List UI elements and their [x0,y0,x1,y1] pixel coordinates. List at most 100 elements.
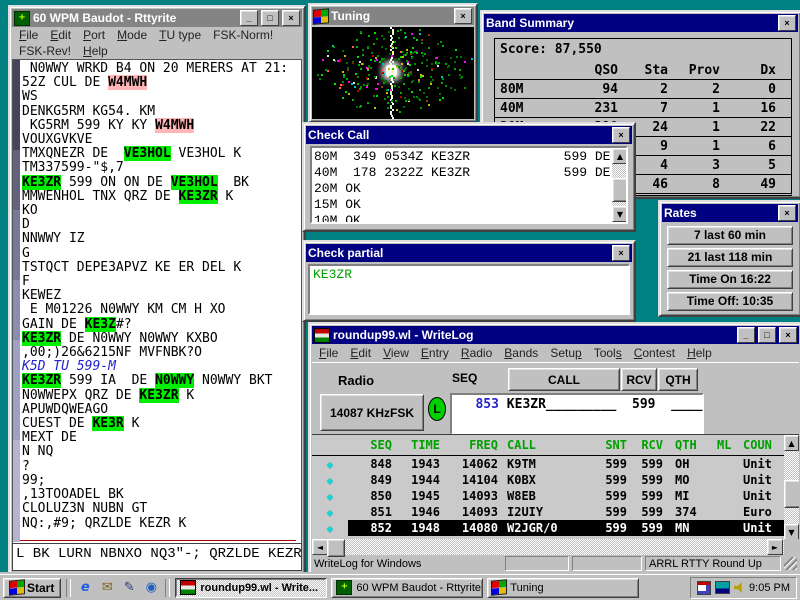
check-partial-titlebar[interactable]: Check partial × [306,244,632,262]
log-row[interactable]: ◆852194814080W2JGR/0599599MNUnit [312,520,799,536]
rttyrite-titlebar[interactable]: + 60 WPM Baudot - Rttyrite _ □ × [12,9,302,27]
menu-item-contest[interactable]: Contest [628,345,681,361]
rttyrite-transmit-line[interactable]: L BK LURN NBNXO NQ3"-; QRZLDE KEZR K [12,543,302,571]
resize-grip[interactable] [784,557,797,570]
log-vertical-scrollbar[interactable]: ▲ ▼ [784,435,799,540]
maximize-button[interactable]: □ [261,10,279,26]
noise-pixel [419,29,421,31]
menu-item-edit[interactable]: Edit [344,345,377,361]
globe-icon[interactable]: ◉ [142,579,160,597]
noise-pixel [471,58,473,60]
noise-pixel [372,55,374,57]
scroll-up-icon[interactable]: ▲ [612,148,628,164]
mail-icon[interactable]: ✉ [98,579,116,597]
menu-item-fsk-norm-[interactable]: FSK-Norm! [207,27,279,43]
menu-item-help[interactable]: Help [681,345,718,361]
log-row[interactable]: ◆850194514093W8EB599599MIUnit [312,488,799,504]
menu-item-fsk-rev-[interactable]: FSK-Rev! [13,43,77,59]
scroll-down-icon[interactable]: ▼ [784,524,799,540]
menu-item-port[interactable]: Port [77,27,111,43]
writelog-menubar: FileEditViewEntryRadioBandsSetupToolsCon… [310,344,800,362]
task-button-roundup99-wl-write-[interactable]: roundup99.wl - Write... [175,578,327,598]
log-row[interactable]: ◆848194314062K9TM599599OHUnit [312,456,799,472]
scroll-up-icon[interactable]: ▲ [784,435,799,451]
log-grid[interactable]: SEQTIMEFREQCALLSNTRCVQTHMLCOUN ◆84819431… [312,434,799,540]
noise-pixel [400,96,402,98]
close-button[interactable]: × [282,10,300,26]
noise-pixel [374,60,376,62]
maximize-button[interactable]: □ [758,327,776,343]
menu-item-entry[interactable]: Entry [415,345,455,361]
noise-pixel [391,100,393,102]
call-button[interactable]: CALL [508,368,620,391]
noise-pixel [396,66,398,68]
log-row-cells: 848194314062K9TM599599OHUnit [348,456,799,472]
rttyrite-terminal[interactable]: N0WWY WRKD B4 ON 20 MERERS AT 21:52Z CUL… [12,59,302,545]
close-icon[interactable]: × [778,15,796,31]
noise-pixel [404,69,406,71]
noise-pixel [428,47,430,49]
check-call-list[interactable]: 80M 349 0534Z KE3ZR 599 DE40M 178 2322Z … [310,146,628,224]
rcv-button[interactable]: RCV [621,368,657,391]
close-icon[interactable]: × [454,8,472,24]
noise-pixel [376,88,378,90]
rate-item[interactable]: 7 last 60 min [667,226,793,245]
frequency-mode-button[interactable]: 14087 KHzFSK [320,394,424,431]
menu-item-setup[interactable]: Setup [544,345,587,361]
menu-item-file[interactable]: File [13,27,44,43]
scroll-thumb[interactable] [784,480,799,508]
noise-pixel [432,79,434,81]
check-call-scrollbar[interactable]: ▲ ▼ [612,148,626,222]
log-row[interactable]: ◆851194614093I2UIY599599374Euro [312,504,799,520]
qso-entry-field[interactable]: 853 KE3ZR_________ 599 ____ [450,393,704,435]
menu-item-edit[interactable]: Edit [44,27,77,43]
noise-pixel [459,74,461,76]
menu-item-view[interactable]: View [377,345,415,361]
start-button[interactable]: Start [3,578,61,598]
writelog-window: roundup99.wl - WriteLog _ □ × FileEditVi… [308,322,800,576]
rates-titlebar[interactable]: Rates × [662,204,798,222]
close-icon[interactable]: × [612,127,630,143]
strip-segment [13,210,20,280]
menu-item-file[interactable]: File [313,345,344,361]
scroll-left-icon[interactable]: ◄ [312,539,328,555]
menu-item-tu-type[interactable]: TU type [153,27,207,43]
close-icon[interactable]: × [778,205,796,221]
minimize-button[interactable]: _ [240,10,258,26]
log-row[interactable]: ◆849194414104K0BX599599MOUnit [312,472,799,488]
task-button-60-wpm-baudot-rttyrite[interactable]: +60 WPM Baudot - Rttyrite [331,578,483,598]
schedule-icon[interactable] [697,581,711,595]
task-button-tuning[interactable]: Tuning [487,578,639,598]
terminal-line: APUWDQWEAGO [22,403,301,417]
rate-item[interactable]: 21 last 118 min [667,248,793,267]
tuning-titlebar[interactable]: Tuning × [312,7,474,25]
rate-item[interactable]: Time On 16:22 [667,270,793,289]
check-partial-list[interactable]: KE3ZR [308,264,630,315]
minimize-button[interactable]: _ [737,327,755,343]
check-call-titlebar[interactable]: Check Call × [306,126,632,144]
menu-item-mode[interactable]: Mode [111,27,153,43]
band-summary-titlebar[interactable]: Band Summary × [484,14,798,32]
menu-item-tools[interactable]: Tools [588,345,628,361]
clock[interactable]: 9:05 PM [749,582,790,594]
scroll-right-icon[interactable]: ► [767,539,783,555]
log-horizontal-scrollbar[interactable]: ◄ ► [312,539,799,555]
qth-button[interactable]: QTH [658,368,698,391]
close-button[interactable]: × [779,327,797,343]
menu-item-help[interactable]: Help [77,43,114,59]
ie-icon[interactable]: e [76,579,94,597]
menu-item-bands[interactable]: Bands [498,345,544,361]
menu-item-radio[interactable]: Radio [455,345,498,361]
volume-icon[interactable] [734,582,745,593]
scroll-down-icon[interactable]: ▼ [612,206,628,222]
writelog-titlebar[interactable]: roundup99.wl - WriteLog _ □ × [312,326,799,344]
compose-icon[interactable]: ✎ [120,579,138,597]
rate-item[interactable]: Time Off: 10:35 [667,292,793,311]
noise-pixel [421,62,423,64]
noise-pixel [464,61,466,63]
log-cell: 14080 [440,521,498,535]
close-icon[interactable]: × [612,245,630,261]
scroll-thumb[interactable] [612,178,628,202]
noise-pixel [352,46,354,48]
network-icon[interactable] [715,581,730,594]
